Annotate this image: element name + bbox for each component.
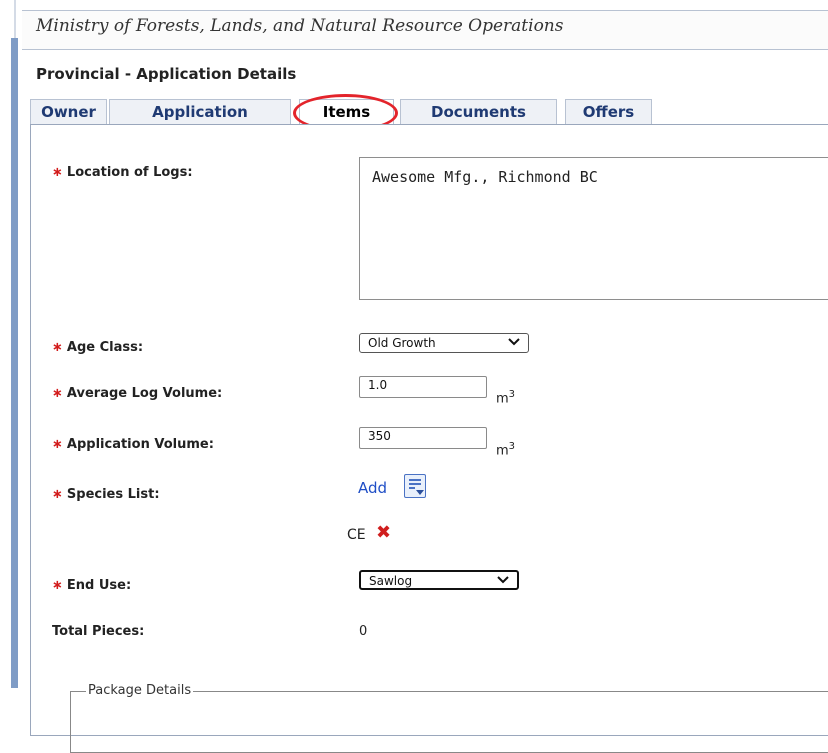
location-textarea[interactable]: Awesome Mfg., Richmond BC — [359, 157, 828, 300]
package-details-legend: Package Details — [86, 683, 194, 698]
tab-documents[interactable]: Documents — [400, 99, 557, 124]
required-marker: ∗ — [52, 165, 63, 180]
add-species-link[interactable]: Add — [358, 479, 387, 497]
chevron-down-icon — [497, 576, 509, 584]
age-class-select[interactable]: Old Growth — [359, 333, 529, 353]
required-marker: ∗ — [52, 487, 63, 502]
required-marker: ∗ — [52, 386, 63, 401]
package-details-fieldset — [70, 691, 828, 753]
total-pieces-label: Total Pieces: — [52, 624, 145, 639]
left-accent-top — [14, 0, 16, 38]
ministry-title: Ministry of Forests, Lands, and Natural … — [36, 16, 564, 36]
app-volume-unit: m3 — [496, 441, 516, 459]
app-volume-input[interactable]: 350 — [359, 427, 487, 449]
required-marker: ∗ — [52, 578, 63, 593]
age-class-label: ∗ Age Class: — [52, 340, 144, 355]
page-title: Provincial - Application Details — [36, 65, 297, 83]
tab-owner[interactable]: Owner — [30, 99, 107, 124]
tab-offers[interactable]: Offers — [565, 99, 652, 124]
location-label: ∗ Location of Logs: — [52, 165, 193, 180]
avg-volume-unit: m3 — [496, 389, 516, 407]
end-use-select[interactable]: Sawlog — [359, 570, 519, 590]
delete-species-icon[interactable]: ✖ — [376, 522, 391, 543]
species-list-icon[interactable] — [404, 474, 426, 498]
avg-volume-label: ∗ Average Log Volume: — [52, 386, 223, 401]
left-accent-bar — [11, 38, 18, 688]
app-volume-label: ∗ Application Volume: — [52, 437, 214, 452]
total-pieces-value: 0 — [359, 624, 368, 639]
avg-volume-input[interactable]: 1.0 — [359, 376, 487, 398]
tab-application[interactable]: Application — [109, 99, 291, 124]
species-label: ∗ Species List: — [52, 487, 160, 502]
chevron-down-icon — [508, 338, 520, 346]
required-marker: ∗ — [52, 437, 63, 452]
required-marker: ∗ — [52, 340, 63, 355]
end-use-label: ∗ End Use: — [52, 578, 132, 593]
species-item: CE — [347, 527, 366, 543]
